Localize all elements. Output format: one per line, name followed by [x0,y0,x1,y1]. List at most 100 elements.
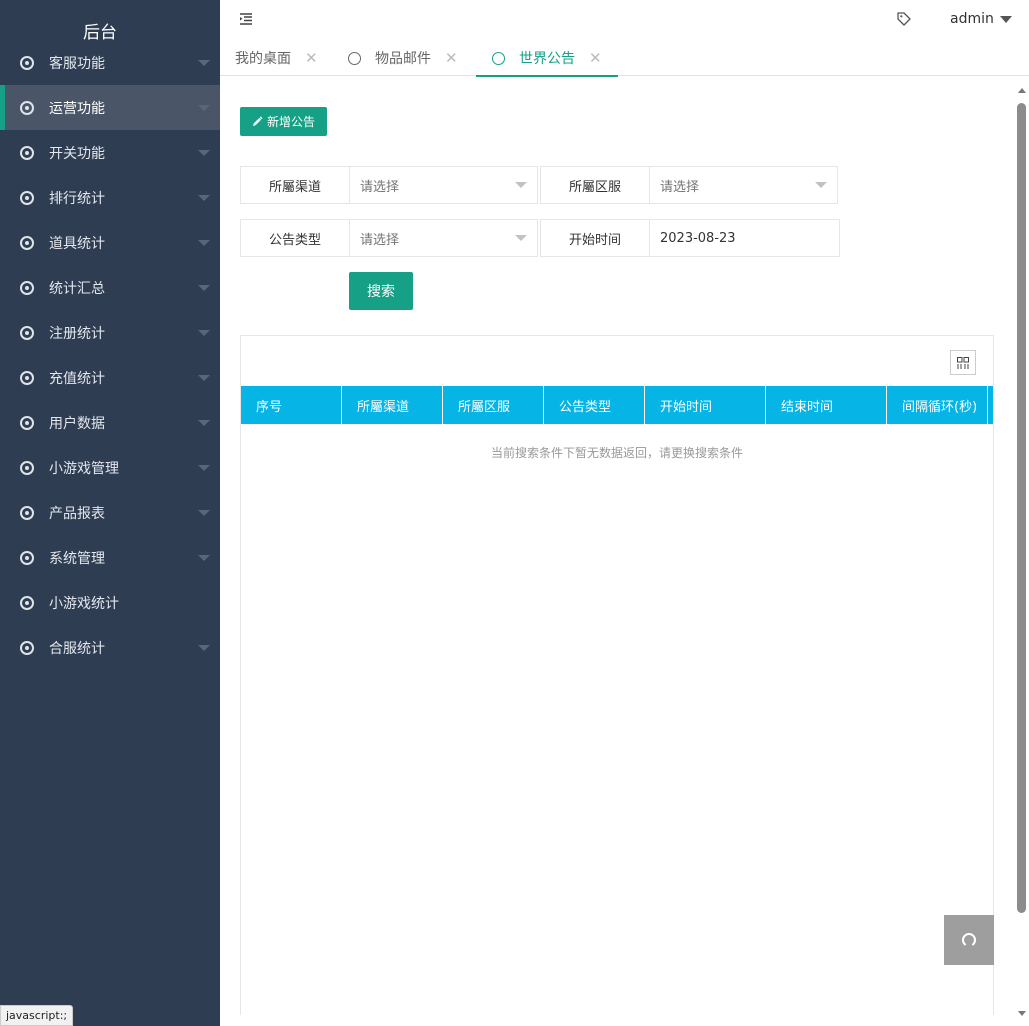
sidebar-item-label: 产品报表 [49,505,105,522]
table-header: 序号 所屬渠道 所屬区服 公告类型 开始时间 结束时间 间隔循环(秒) [241,386,993,424]
radio-icon [20,595,34,610]
type-label: 公告类型 [240,219,350,257]
caret-down-icon [198,150,210,156]
tab-label: 我的桌面 [235,51,291,67]
sidebar-item-label: 开关功能 [49,145,105,162]
scroll-down-icon[interactable] [1018,1011,1026,1016]
filter-row-2: 公告类型 请选择 开始时间 2023-08-23 [240,219,840,257]
caret-down-icon [815,182,827,188]
server-label: 所屬区服 [540,166,650,204]
channel-select-value: 请选择 [360,179,400,195]
column-header-more [988,386,993,424]
column-header-interval[interactable]: 间隔循环(秒) [887,386,988,424]
radio-icon [20,55,34,70]
column-header-start-time[interactable]: 开始时间 [645,386,766,424]
tag-icon[interactable] [896,11,912,27]
radio-icon [20,370,34,385]
caret-down-icon [198,285,210,291]
add-announcement-button[interactable]: 新增公告 [240,107,327,136]
radio-icon [20,505,34,520]
refresh-icon [962,933,976,946]
sidebar-item-system-management[interactable]: 系统管理 [0,535,220,580]
caret-down-icon [198,510,210,516]
data-table: 序号 所屬渠道 所屬区服 公告类型 开始时间 结束时间 间隔循环(秒) 当前搜索… [240,335,994,1015]
type-select-value: 请选择 [360,232,400,248]
tab-world-announcement[interactable]: 世界公告 ✕ [476,40,618,77]
caret-down-icon [198,375,210,381]
radio-icon [20,460,34,475]
radio-icon [20,640,34,655]
scroll-up-icon[interactable] [1018,88,1026,93]
tab-bar: 我的桌面 ✕ 物品邮件 ✕ 世界公告 ✕ [220,40,1029,77]
refresh-button[interactable] [944,915,994,965]
radio-icon [20,325,34,340]
sidebar-item-ranking-stats[interactable]: 排行统计 [0,175,220,220]
sidebar-item-label: 注册统计 [49,325,105,342]
search-button[interactable]: 搜索 [349,272,413,310]
sidebar-menu: 客服功能 运营功能 开关功能 排行统计 道具统计 统计汇总 注册统计 充值统计 … [0,40,220,670]
add-announcement-label: 新增公告 [266,115,315,129]
sidebar-item-customer-service[interactable]: 客服功能 [0,40,220,85]
caret-down-icon [999,15,1012,23]
caret-down-icon [198,195,210,201]
browser-status-bar: javascript:; [0,1005,74,1026]
start-time-input[interactable]: 2023-08-23 [650,219,840,257]
menu-fold-icon[interactable] [239,12,253,26]
sidebar-item-label: 合服统计 [49,640,105,657]
caret-down-icon [198,555,210,561]
type-select[interactable]: 请选择 [350,219,538,257]
caret-down-icon [198,240,210,246]
sidebar-item-label: 用户数据 [49,415,105,432]
column-header-channel[interactable]: 所屬渠道 [342,386,443,424]
column-header-type[interactable]: 公告类型 [544,386,645,424]
sidebar-item-switches[interactable]: 开关功能 [0,130,220,175]
close-icon[interactable]: ✕ [589,49,602,67]
column-header-index[interactable]: 序号 [241,386,342,424]
radio-icon [20,235,34,250]
sidebar-item-label: 运营功能 [49,100,105,117]
scrollbar-thumb[interactable] [1017,103,1026,913]
vertical-scrollbar[interactable] [1014,88,1029,1016]
channel-select[interactable]: 请选择 [350,166,538,204]
server-select[interactable]: 请选择 [650,166,838,204]
empty-table-message: 当前搜索条件下暂无数据返回，请更换搜索条件 [490,446,743,460]
sidebar-item-label: 排行统计 [49,190,105,207]
caret-down-icon [198,105,210,111]
sidebar-item-item-stats[interactable]: 道具统计 [0,220,220,265]
caret-down-icon [198,60,210,66]
caret-down-icon [198,465,210,471]
radio-icon [20,145,34,160]
sidebar-item-recharge-stats[interactable]: 充值统计 [0,355,220,400]
column-header-server[interactable]: 所屬区服 [443,386,544,424]
sidebar-item-registration-stats[interactable]: 注册统计 [0,310,220,355]
caret-down-icon [198,330,210,336]
sidebar-item-label: 统计汇总 [49,280,105,297]
sidebar-item-server-merge-stats[interactable]: 合服统计 [0,625,220,670]
user-menu[interactable]: admin [950,11,1012,27]
close-icon[interactable]: ✕ [305,49,318,67]
circle-icon [348,51,361,65]
column-header-end-time[interactable]: 结束时间 [766,386,887,424]
sidebar-item-minigame-stats[interactable]: 小游戏统计 [0,580,220,625]
close-icon[interactable]: ✕ [445,49,458,67]
sidebar-item-label: 小游戏统计 [49,595,119,612]
sidebar-item-stats-summary[interactable]: 统计汇总 [0,265,220,310]
sidebar-item-label: 系统管理 [49,550,105,567]
start-time-label: 开始时间 [540,219,650,257]
pencil-icon [252,116,263,127]
tab-desktop[interactable]: 我的桌面 ✕ [235,40,318,76]
radio-icon [20,190,34,205]
radio-icon [20,550,34,565]
caret-down-icon [515,182,527,188]
sidebar-item-user-data[interactable]: 用户数据 [0,400,220,445]
filter-row-1: 所屬渠道 请选择 所屬区服 请选择 [240,166,840,204]
tab-label: 世界公告 [519,51,575,67]
user-name: admin [950,11,994,27]
sidebar-item-minigame-management[interactable]: 小游戏管理 [0,445,220,490]
columns-toggle-icon[interactable] [950,350,976,375]
sidebar-item-operations[interactable]: 运营功能 [0,85,220,130]
tab-item-mail[interactable]: 物品邮件 ✕ [348,40,458,76]
sidebar-item-product-reports[interactable]: 产品报表 [0,490,220,535]
radio-icon [20,100,34,115]
sidebar-item-label: 小游戏管理 [49,460,119,477]
